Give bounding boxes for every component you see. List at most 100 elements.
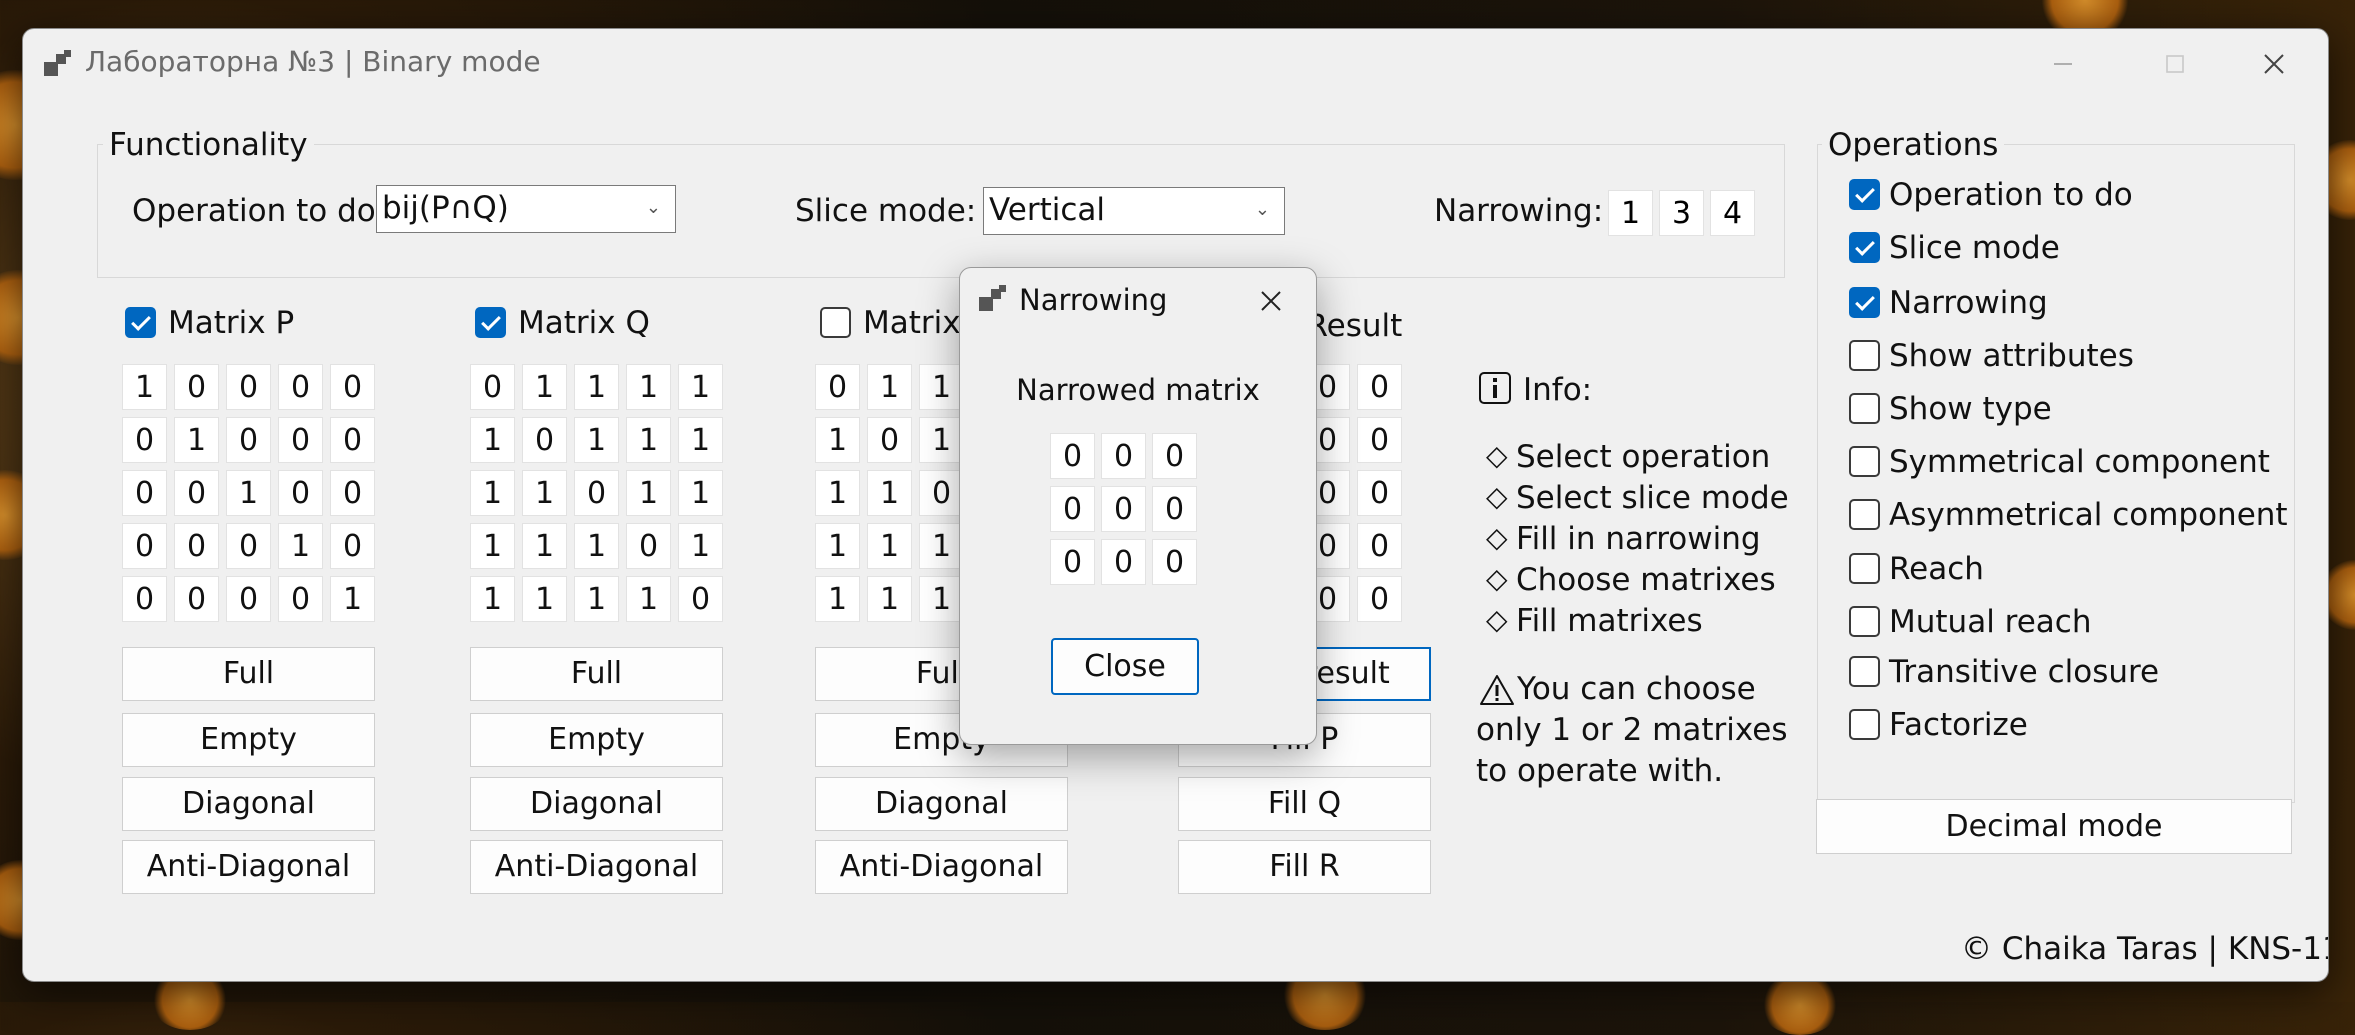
matrix-q-checkbox[interactable] (475, 307, 506, 338)
transitive-closure-checkbox[interactable] (1849, 656, 1880, 687)
matrix-r-cell[interactable]: 1 (867, 364, 912, 410)
matrix-p-cell[interactable]: 0 (330, 470, 375, 516)
symmetrical-component-checkbox[interactable] (1849, 446, 1880, 477)
matrix-p-cell[interactable]: 0 (174, 523, 219, 569)
matrix-r-cell[interactable]: 1 (815, 417, 860, 463)
matrix-q-cell[interactable]: 0 (574, 470, 619, 516)
matrix-r-cell[interactable]: 1 (867, 576, 912, 622)
show-type-checkbox[interactable] (1849, 393, 1880, 424)
matrix-q-cell[interactable]: 0 (678, 576, 723, 622)
matrix-r-cell[interactable]: 1 (815, 470, 860, 516)
asymmetrical-component-checkbox[interactable] (1849, 499, 1880, 530)
matrix-p-cell[interactable]: 0 (122, 523, 167, 569)
matrix-r-cell[interactable]: 0 (919, 470, 964, 516)
matrix-p-cell[interactable]: 0 (174, 364, 219, 410)
decimal-mode-button[interactable]: Decimal mode (1816, 799, 2292, 854)
matrix-p-cell[interactable]: 0 (278, 470, 323, 516)
matrix-q-anti-diagonal-button[interactable]: Anti-Diagonal (470, 840, 723, 894)
matrix-p-cell[interactable]: 0 (122, 470, 167, 516)
matrix-p-cell[interactable]: 0 (174, 576, 219, 622)
matrix-q-cell[interactable]: 1 (522, 523, 567, 569)
fill-r-button[interactable]: Fill R (1178, 840, 1431, 894)
matrix-q-cell[interactable]: 1 (470, 576, 515, 622)
matrix-q-cell[interactable]: 1 (626, 470, 671, 516)
operation-select[interactable]: bij(P∩Q) ⌄ (376, 185, 676, 233)
matrix-r-cell[interactable]: 1 (919, 364, 964, 410)
matrix-p-cell[interactable]: 0 (226, 576, 271, 622)
matrix-r-cell[interactable]: 1 (815, 576, 860, 622)
matrix-p-cell[interactable]: 0 (330, 364, 375, 410)
matrix-q-cell[interactable]: 1 (678, 417, 723, 463)
matrix-r-cell[interactable]: 0 (867, 417, 912, 463)
close-button[interactable] (2218, 29, 2328, 99)
slice-mode-checkbox[interactable] (1849, 232, 1880, 263)
matrix-q-cell[interactable]: 1 (470, 417, 515, 463)
reach-checkbox[interactable] (1849, 553, 1880, 584)
matrix-r-diagonal-button[interactable]: Diagonal (815, 777, 1068, 831)
matrix-p-cell[interactable]: 0 (122, 576, 167, 622)
matrix-r-cell[interactable]: 1 (867, 523, 912, 569)
matrix-p-full-button[interactable]: Full (122, 647, 375, 701)
operation-to-do-checkbox[interactable] (1849, 179, 1880, 210)
matrix-r-cell[interactable]: 1 (919, 523, 964, 569)
title-bar[interactable]: Лабораторна №3 | Binary mode (23, 29, 2328, 99)
matrix-p-cell[interactable]: 0 (174, 470, 219, 516)
matrix-p-cell[interactable]: 1 (122, 364, 167, 410)
matrix-p-cell[interactable]: 1 (278, 523, 323, 569)
matrix-r-cell[interactable]: 1 (867, 470, 912, 516)
matrix-p-anti-diagonal-button[interactable]: Anti-Diagonal (122, 840, 375, 894)
matrix-q-cell[interactable]: 1 (574, 576, 619, 622)
matrix-p-cell[interactable]: 0 (330, 523, 375, 569)
matrix-q-cell[interactable]: 1 (470, 523, 515, 569)
matrix-q-cell[interactable]: 1 (574, 523, 619, 569)
matrix-q-cell[interactable]: 1 (678, 364, 723, 410)
maximize-button[interactable] (2119, 29, 2231, 99)
matrix-q-cell[interactable]: 1 (470, 470, 515, 516)
matrix-p-cell[interactable]: 0 (226, 364, 271, 410)
matrix-r-cell[interactable]: 1 (919, 417, 964, 463)
mutual-reach-checkbox[interactable] (1849, 606, 1880, 637)
matrix-q-cell[interactable]: 0 (470, 364, 515, 410)
slice-mode-select[interactable]: Vertical ⌄ (983, 187, 1285, 235)
show-attributes-checkbox[interactable] (1849, 340, 1880, 371)
matrix-p-diagonal-button[interactable]: Diagonal (122, 777, 375, 831)
matrix-p-checkbox[interactable] (125, 307, 156, 338)
narrowing-checkbox[interactable] (1849, 287, 1880, 318)
matrix-p-cell[interactable]: 1 (330, 576, 375, 622)
matrix-q-cell[interactable]: 1 (522, 470, 567, 516)
matrix-q-cell[interactable]: 1 (574, 417, 619, 463)
matrix-q-cell[interactable]: 1 (574, 364, 619, 410)
narrowing-input[interactable]: 1 (1608, 190, 1653, 236)
matrix-q-cell[interactable]: 1 (626, 364, 671, 410)
matrix-p-cell[interactable]: 1 (226, 470, 271, 516)
dialog-close-button[interactable] (1246, 282, 1296, 320)
matrix-q-cell[interactable]: 0 (522, 417, 567, 463)
matrix-q-cell[interactable]: 1 (522, 576, 567, 622)
matrix-p-cell[interactable]: 0 (278, 576, 323, 622)
matrix-p-cell[interactable]: 0 (226, 417, 271, 463)
matrix-p-cell[interactable]: 0 (278, 364, 323, 410)
factorize-checkbox[interactable] (1849, 709, 1880, 740)
matrix-p-cell[interactable]: 0 (226, 523, 271, 569)
matrix-q-cell[interactable]: 1 (678, 523, 723, 569)
matrix-q-empty-button[interactable]: Empty (470, 713, 723, 767)
matrix-q-full-button[interactable]: Full (470, 647, 723, 701)
matrix-p-cell[interactable]: 0 (278, 417, 323, 463)
matrix-q-diagonal-button[interactable]: Diagonal (470, 777, 723, 831)
matrix-p-cell[interactable]: 1 (174, 417, 219, 463)
matrix-r-checkbox[interactable] (820, 307, 851, 338)
matrix-q-cell[interactable]: 0 (626, 523, 671, 569)
matrix-r-cell[interactable]: 1 (919, 576, 964, 622)
matrix-r-cell[interactable]: 1 (815, 523, 860, 569)
matrix-r-anti-diagonal-button[interactable]: Anti-Diagonal (815, 840, 1068, 894)
narrowing-input[interactable]: 4 (1710, 190, 1755, 236)
matrix-p-cell[interactable]: 0 (330, 417, 375, 463)
matrix-q-cell[interactable]: 1 (626, 417, 671, 463)
fill-q-button[interactable]: Fill Q (1178, 777, 1431, 831)
matrix-q-cell[interactable]: 1 (522, 364, 567, 410)
minimize-button[interactable] (2007, 29, 2119, 99)
matrix-p-empty-button[interactable]: Empty (122, 713, 375, 767)
dialog-close-action-button[interactable]: Close (1051, 638, 1199, 695)
matrix-q-cell[interactable]: 1 (678, 470, 723, 516)
matrix-q-cell[interactable]: 1 (626, 576, 671, 622)
